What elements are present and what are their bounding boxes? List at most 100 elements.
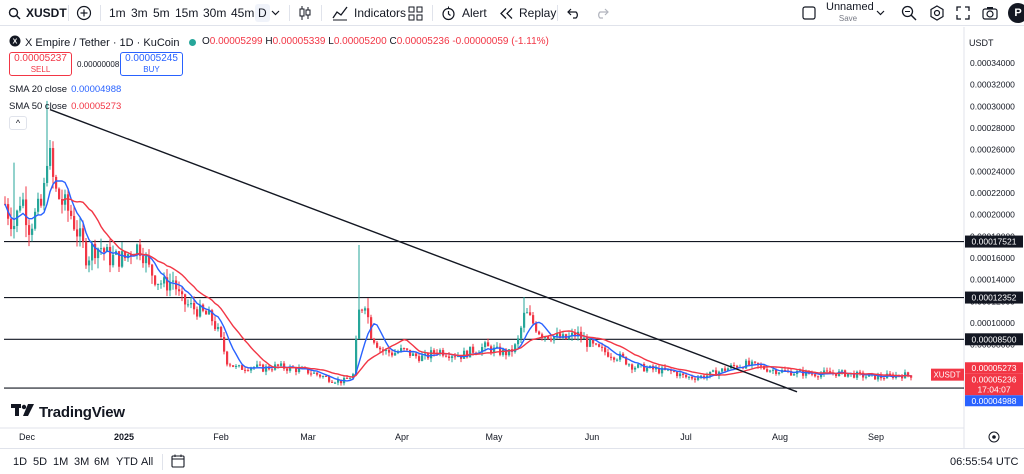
range-all[interactable]: All: [141, 449, 153, 474]
layout-checkbox[interactable]: [802, 0, 816, 26]
symbol-label: XUSDT: [26, 6, 67, 20]
candle-body: [748, 360, 751, 366]
buy-price: 0.00005245: [125, 53, 178, 64]
open-label: O: [202, 36, 210, 47]
layout-dropdown[interactable]: [876, 0, 885, 26]
price-chart[interactable]: 0.00034000 0.00032000 0.00030000 0.00028000…: [0, 27, 1024, 448]
candle-body: [25, 199, 28, 226]
time-axis-settings-icon[interactable]: [988, 431, 1000, 443]
rewind-icon: [499, 7, 514, 20]
candle-body: [676, 371, 679, 377]
y-tick-label: 0.00024000: [970, 166, 1015, 176]
sma50-legend[interactable]: SMA 50 close 0.00005273: [9, 101, 121, 112]
candle-body: [22, 199, 25, 206]
candle-body: [826, 370, 829, 372]
range-6m[interactable]: 6M: [94, 449, 109, 474]
candle-body: [235, 365, 238, 367]
candle-body: [769, 370, 772, 372]
market-open-dot-icon: [189, 39, 197, 46]
y-tick-label: 0.00016000: [970, 253, 1015, 263]
x-tick-label: Apr: [395, 432, 409, 442]
sma20-value: 0.00004988: [71, 84, 122, 95]
candle-body: [85, 241, 88, 266]
candle-body: [145, 255, 148, 264]
layout-name-button[interactable]: Unnamed Save: [826, 2, 874, 24]
candle-body: [154, 275, 157, 285]
x-tick-label: Aug: [772, 432, 788, 442]
snapshot-button[interactable]: [982, 0, 998, 26]
range-3m[interactable]: 3M: [74, 449, 89, 474]
redo-button[interactable]: [595, 0, 609, 26]
range-5d[interactable]: 5D: [33, 449, 47, 474]
clock-utc[interactable]: 06:55:54 UTC: [950, 449, 1018, 474]
quick-search-button[interactable]: [901, 0, 917, 26]
candle-body: [91, 243, 94, 261]
alert-button[interactable]: Alert: [441, 0, 487, 26]
sma20-legend[interactable]: SMA 20 close 0.00004988: [9, 84, 121, 95]
candle-body: [883, 378, 886, 380]
candle-body: [595, 343, 598, 345]
candle-body: [604, 347, 607, 353]
undo-icon: [567, 7, 581, 19]
sell-label: SELL: [30, 65, 51, 74]
chart-type-button[interactable]: [297, 0, 313, 26]
candle-body: [754, 361, 757, 363]
tradingview-logo-text: TradingView: [39, 404, 125, 421]
replay-button[interactable]: Replay: [499, 0, 556, 26]
sell-button[interactable]: 0.00005237 SELL: [9, 52, 72, 76]
interval-30m[interactable]: 30m: [203, 0, 226, 26]
gear-icon: [929, 5, 945, 21]
symbol-legend[interactable]: X X Empire / Tether · 1D · KuCoin: [9, 35, 197, 50]
candle-body: [583, 337, 586, 339]
range-1d[interactable]: 1D: [13, 449, 27, 474]
candle-body: [319, 374, 322, 377]
interval-d[interactable]: D: [255, 4, 270, 22]
candle-body: [34, 211, 37, 229]
interval-45m[interactable]: 45m: [231, 0, 254, 26]
candle-body: [331, 381, 334, 383]
candle-body: [313, 372, 316, 374]
interval-5m[interactable]: 5m: [153, 0, 170, 26]
candle-body: [454, 356, 457, 358]
range-1m[interactable]: 1M: [53, 449, 68, 474]
interval-3m[interactable]: 3m: [131, 0, 148, 26]
buy-button[interactable]: 0.00005245 BUY: [120, 52, 183, 76]
candle-body: [358, 309, 361, 339]
tradingview-logo[interactable]: TradingView: [11, 403, 125, 422]
candle-body: [613, 357, 616, 360]
collapse-legend-button[interactable]: ^: [9, 116, 27, 130]
templates-button[interactable]: [408, 0, 423, 26]
chart-pane[interactable]: 0.00034000 0.00032000 0.00030000 0.00028000…: [0, 27, 1024, 448]
trendline: [49, 108, 798, 393]
interval-1m[interactable]: 1m: [109, 0, 126, 26]
symbol-search[interactable]: XUSDT: [8, 0, 67, 26]
candle-body: [46, 165, 49, 183]
undo-button[interactable]: [567, 0, 581, 26]
y-tick-label: 0.00010000: [970, 318, 1015, 328]
candle-body: [175, 280, 178, 290]
fullscreen-button[interactable]: [956, 0, 970, 26]
level-price-label: 0.00012352: [972, 293, 1017, 303]
candles-icon: [297, 5, 313, 21]
tradingview-logo-icon: [11, 403, 35, 422]
candle-body: [811, 373, 814, 375]
interval-15m[interactable]: 15m: [175, 0, 198, 26]
candle-body: [19, 205, 22, 211]
candle-body: [601, 346, 604, 348]
compare-button[interactable]: [76, 0, 92, 26]
indicators-button[interactable]: Indicators: [332, 0, 406, 26]
interval-dropdown[interactable]: [271, 0, 280, 26]
currency-label[interactable]: USDT: [969, 38, 994, 48]
go-to-date-button[interactable]: [171, 449, 185, 474]
settings-button[interactable]: [929, 0, 945, 26]
candle-body: [49, 148, 52, 166]
profile-avatar[interactable]: P: [1008, 3, 1024, 23]
candle-body: [631, 364, 634, 370]
candle-body: [733, 365, 736, 367]
range-ytd[interactable]: YTD: [116, 449, 138, 474]
candle-body: [610, 356, 613, 358]
candle-body: [418, 356, 421, 361]
candle-body: [685, 375, 688, 378]
candle-body: [430, 350, 433, 359]
candle-body: [52, 148, 55, 177]
